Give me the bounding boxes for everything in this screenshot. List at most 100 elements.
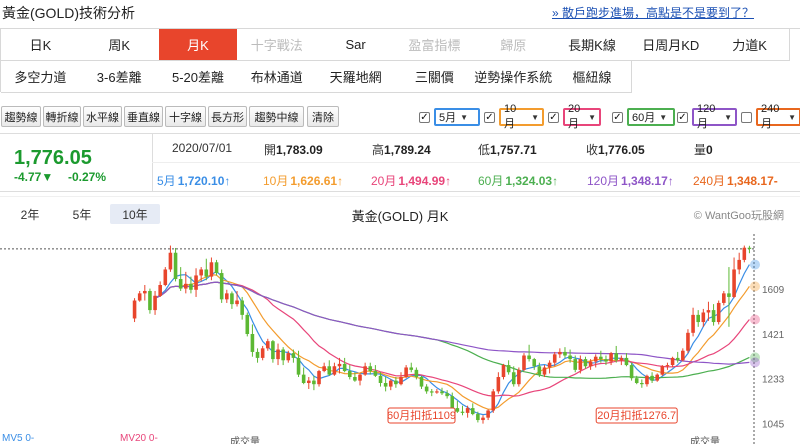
ma-selector-1: ✓ 10月 ▼ xyxy=(484,103,544,130)
tool-button-4[interactable]: 十字線 xyxy=(165,106,206,127)
candle-body xyxy=(470,408,475,415)
tab-row2-6[interactable]: 逆勢操作系統 xyxy=(473,61,554,93)
price-change: -4.77▼ xyxy=(14,170,54,184)
tab-row2-7[interactable]: 樞紐線 xyxy=(552,61,633,93)
ma-checkbox-4[interactable]: ✓ xyxy=(677,111,688,123)
candle-body xyxy=(455,408,460,412)
candle-body xyxy=(537,366,542,375)
candle-body xyxy=(737,259,741,270)
ma-checkbox-5[interactable] xyxy=(741,111,752,123)
candlestick-chart[interactable]: 1045 1233 1421 1609 60月扣抵1109 20月扣抵1276.7 xyxy=(0,196,800,444)
tab-row2-4[interactable]: 天羅地網 xyxy=(316,61,396,93)
ma-period-dropdown-0[interactable]: 5月 ▼ xyxy=(434,108,480,126)
candle-body xyxy=(558,351,562,355)
candle-body xyxy=(675,357,680,361)
tab-row1-8[interactable]: 日周月KD xyxy=(631,29,712,61)
candle-body xyxy=(681,350,685,361)
candle-body xyxy=(353,377,357,381)
candle-body xyxy=(465,408,470,413)
candle-body xyxy=(701,312,706,323)
candle-body xyxy=(271,341,275,360)
candle-body xyxy=(542,367,547,375)
candle-body xyxy=(245,314,250,334)
tab-row1-3: 十字戰法 xyxy=(237,29,318,61)
ma-period-label: 10月 xyxy=(504,103,517,130)
tab-row1-1[interactable]: 周K xyxy=(79,29,160,61)
tab-row1-0[interactable]: 日K xyxy=(1,29,81,61)
ma-period-label: 120月 xyxy=(697,103,716,130)
tool-button-2[interactable]: 水平線 xyxy=(83,106,122,127)
dropdown-arrow-icon: ▼ xyxy=(659,112,668,122)
tab-row2-5[interactable]: 三關價 xyxy=(395,61,475,93)
candle-body xyxy=(209,262,214,277)
candle-body xyxy=(634,378,639,383)
candle-body xyxy=(240,300,244,315)
candle-body xyxy=(322,366,326,372)
tool-button-0[interactable]: 趨勢線 xyxy=(1,106,41,127)
candle-body xyxy=(404,367,408,378)
tab-row2-2[interactable]: 5-20差離 xyxy=(158,61,239,93)
quote-date: 2020/07/01 xyxy=(172,141,233,155)
ma-period-label: 20月 xyxy=(568,103,581,130)
candle-body xyxy=(696,314,700,323)
annotation-label-0: 60月扣抵1109 xyxy=(387,408,456,422)
ma-period-dropdown-3[interactable]: 60月 ▼ xyxy=(627,108,675,126)
tab-row1-7[interactable]: 長期K線 xyxy=(552,29,633,61)
ma-checkbox-1[interactable]: ✓ xyxy=(484,111,495,123)
tab-row2-3[interactable]: 布林通道 xyxy=(237,61,318,93)
ma-selector-3: ✓ 60月 ▼ xyxy=(612,107,675,127)
candle-body xyxy=(225,293,229,300)
quote-open: 開1,783.09 xyxy=(264,143,323,157)
candle-body xyxy=(578,359,583,370)
ma-checkbox-0[interactable]: ✓ xyxy=(419,111,430,123)
quote-low: 低1,757.71 xyxy=(478,143,537,157)
dropdown-arrow-icon: ▼ xyxy=(460,112,469,122)
candle-body xyxy=(327,366,332,375)
candle-body xyxy=(552,354,557,363)
volume-label-left: 成交量 xyxy=(230,437,260,444)
candle-body xyxy=(460,411,465,413)
tool-button-6[interactable]: 趨勢中線 xyxy=(249,106,304,127)
promo-link[interactable]: » 散戶跑步進場，高點是不是要到了？ xyxy=(552,4,754,21)
quote-panel: 1,776.05 -4.77▼ -0.27% 2020/07/01 開1,783… xyxy=(0,133,800,192)
ma-checkbox-2[interactable]: ✓ xyxy=(548,111,559,123)
tool-button-1[interactable]: 轉折線 xyxy=(43,106,81,127)
candle-body xyxy=(706,310,711,313)
candle-body xyxy=(235,300,239,305)
ma-period-dropdown-1[interactable]: 10月 ▼ xyxy=(499,103,544,130)
tool-button-3[interactable]: 垂直線 xyxy=(124,106,163,127)
ma-selector-5: 240月 ▼ xyxy=(741,103,800,130)
tab-row1-2[interactable]: 月K xyxy=(158,29,239,61)
ma-line-4 xyxy=(154,281,750,365)
candle-body xyxy=(219,273,224,300)
page-title: 黃金(GOLD)技術分析 xyxy=(2,5,135,21)
ma-period-dropdown-4[interactable]: 120月 ▼ xyxy=(692,103,737,130)
candle-body xyxy=(511,372,516,385)
candle-body xyxy=(373,371,378,376)
y-tick-label: 1421 xyxy=(762,330,785,341)
candle-body xyxy=(230,293,234,305)
candle-body xyxy=(173,252,178,280)
ma-period-dropdown-5[interactable]: 240月 ▼ xyxy=(756,103,800,130)
candle-body xyxy=(604,359,608,362)
candle-body xyxy=(163,269,168,285)
tab-row1-4[interactable]: Sar xyxy=(316,29,396,61)
tool-button-5[interactable]: 長方形 xyxy=(208,106,247,127)
ma-period-dropdown-2[interactable]: 20月 ▼ xyxy=(563,103,601,130)
candle-body xyxy=(563,351,567,356)
candle-body xyxy=(342,363,347,372)
tab-row1-9[interactable]: 力道K xyxy=(710,29,790,61)
tab-row2-0[interactable]: 多空力道 xyxy=(1,61,81,93)
ma-value-3: 60月 1,324.03↑ xyxy=(478,174,559,188)
tab-row2-1[interactable]: 3-6差離 xyxy=(79,61,160,93)
ma-checkbox-3[interactable]: ✓ xyxy=(612,111,623,123)
candle-body xyxy=(655,374,659,381)
tab-row1-6: 歸原 xyxy=(473,29,554,61)
tool-button-7[interactable]: 清除 xyxy=(307,106,339,127)
ma-period-label: 60月 xyxy=(632,112,656,124)
y-tick-label: 1233 xyxy=(762,375,785,386)
candle-body xyxy=(260,348,265,358)
ma-end-marker-0 xyxy=(750,259,760,270)
candle-body xyxy=(419,377,424,387)
y-tick-label: 1609 xyxy=(762,285,785,296)
